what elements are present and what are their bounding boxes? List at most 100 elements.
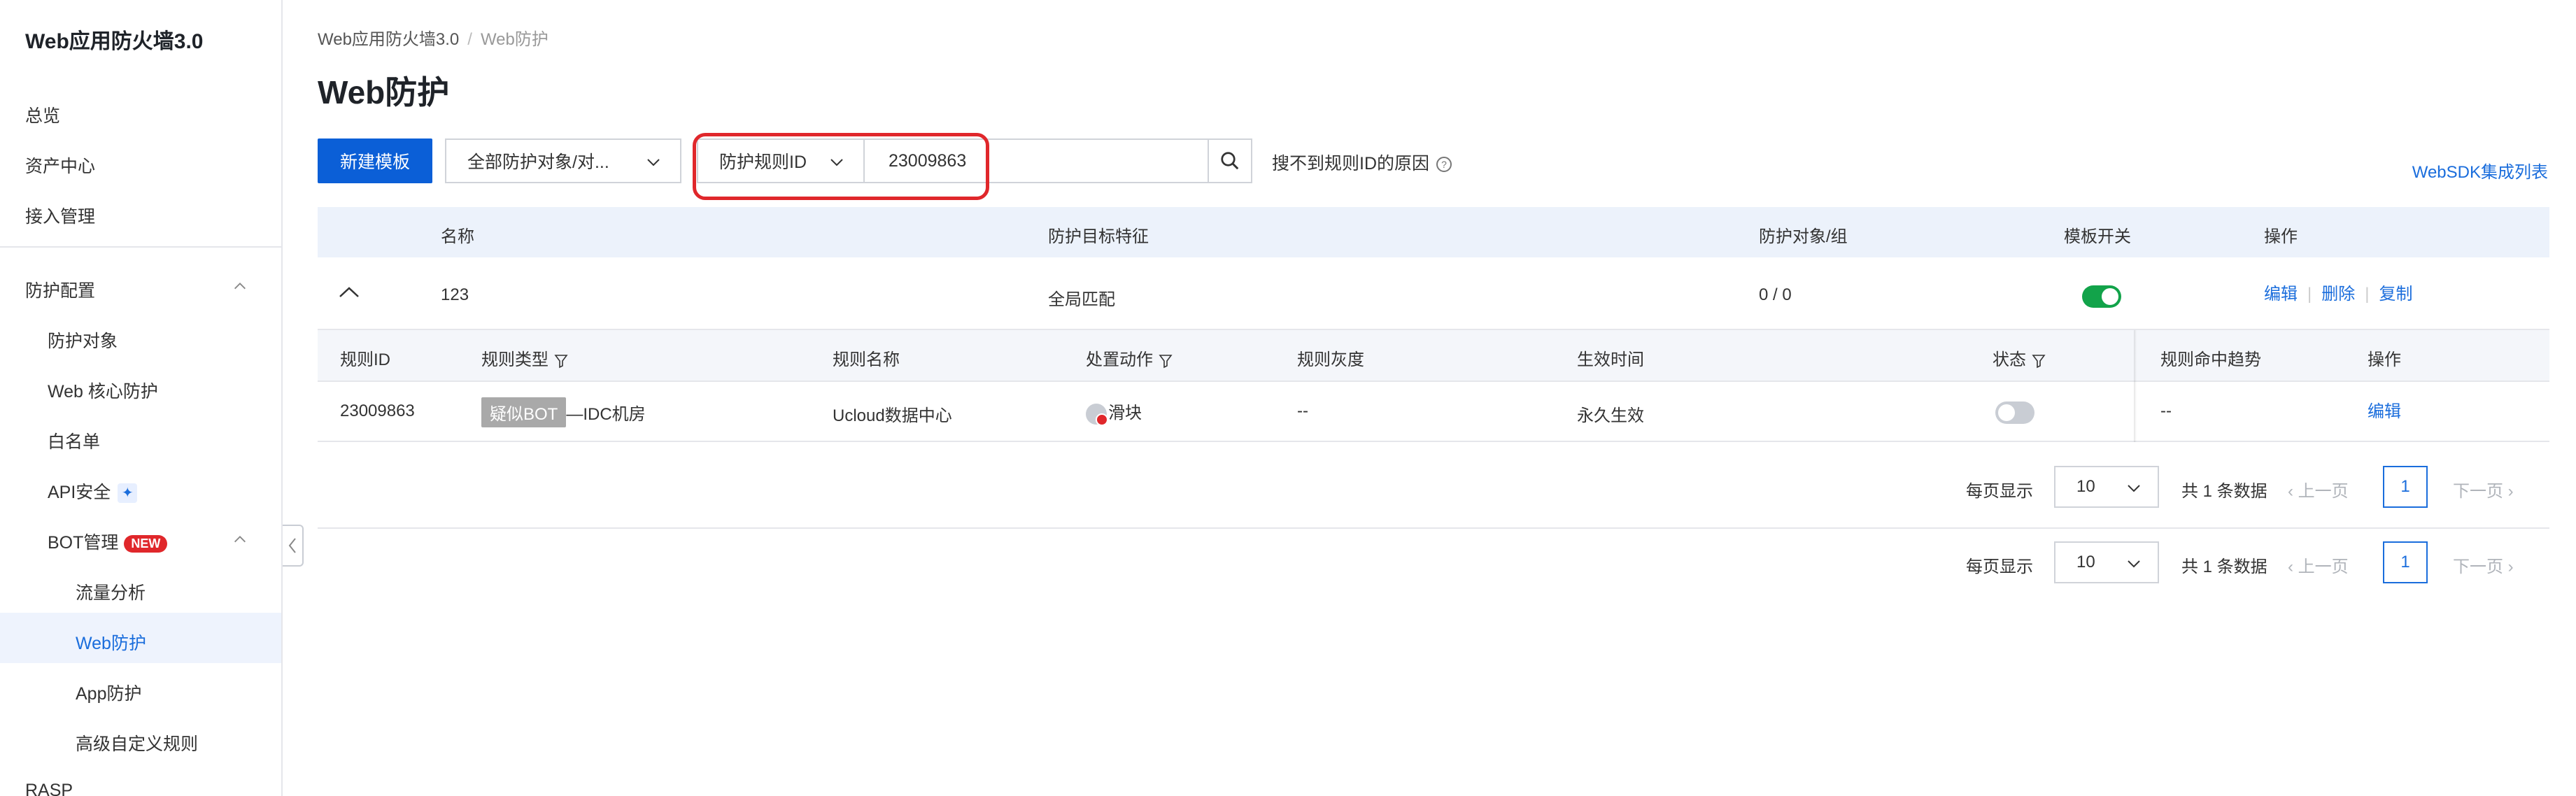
help-icon[interactable]: ?	[1436, 157, 1452, 173]
breadcrumb: Web应用防火墙3.0 / Web防护	[318, 25, 549, 50]
next-page-button[interactable]: 下一页 ›	[2453, 553, 2514, 577]
rule-type-tag: 疑似BOT	[481, 397, 567, 427]
chevron-left-icon: ‹	[2288, 482, 2298, 501]
filter-icon[interactable]	[554, 353, 568, 369]
header-rule-type[interactable]: 规则类型	[481, 346, 568, 370]
header-gray: 规则灰度	[1297, 350, 1364, 369]
nav-item-web-core-protection[interactable]: Web 核心防护	[48, 378, 158, 403]
breadcrumb-current: Web防护	[480, 30, 549, 49]
rule-edit-link[interactable]: 编辑	[2368, 397, 2401, 422]
next-page-label: 下一页	[2453, 482, 2503, 501]
nav-item-whitelist[interactable]: 白名单	[48, 428, 100, 453]
header-status[interactable]: 状态	[1993, 346, 2046, 370]
header-rule-operations: 操作	[2368, 350, 2401, 369]
filter-icon[interactable]	[2032, 353, 2046, 369]
header-status-label: 状态	[1993, 350, 2026, 369]
nav-item-app-protection[interactable]: App防护	[76, 680, 141, 705]
op-separator: |	[2307, 285, 2312, 304]
rule-name: Ucloud数据中心	[833, 406, 952, 425]
header-hit-trend: 规则命中趋势	[2160, 350, 2261, 369]
chevron-right-icon: ›	[2503, 482, 2514, 501]
nav-item-bot-management-label: BOT管理	[48, 533, 119, 553]
rule-effective-time: 永久生效	[1577, 406, 1644, 425]
nav-item-overview[interactable]: 总览	[25, 102, 60, 127]
nav-item-asset-center[interactable]: 资产中心	[25, 152, 95, 178]
nav-item-traffic-analysis[interactable]: 流量分析	[76, 579, 146, 604]
new-badge: NEW	[124, 534, 168, 553]
next-page-button[interactable]: 下一页 ›	[2453, 477, 2514, 502]
header-name: 名称	[441, 227, 474, 246]
search-button[interactable]	[1208, 138, 1252, 183]
rule-type-rest: —IDC机房	[566, 405, 646, 424]
websdk-list-link[interactable]: WebSDK集成列表	[2412, 158, 2548, 183]
rule-gray: --	[1297, 401, 1308, 420]
page-number-current[interactable]: 1	[2383, 466, 2428, 508]
per-page-select[interactable]: 10	[2054, 541, 2159, 583]
rule-id-hint[interactable]: 搜不到规则ID的原因?	[1272, 150, 1452, 175]
nav-divider	[0, 246, 281, 248]
chevron-down-icon	[647, 159, 660, 166]
row-name: 123	[441, 285, 469, 304]
chevron-left-icon: ‹	[2288, 557, 2298, 576]
sidebar: Web应用防火墙3.0 总览 资产中心 接入管理 防护配置 防护对象 Web 核…	[0, 0, 283, 796]
template-switch-toggle[interactable]	[2082, 285, 2121, 308]
header-feature: 防护目标特征	[1048, 227, 1149, 246]
collapse-row-icon[interactable]	[337, 284, 361, 301]
edit-link[interactable]: 编辑	[2264, 285, 2298, 304]
per-page-select[interactable]: 10	[2054, 466, 2159, 508]
header-rule-id: 规则ID	[340, 350, 390, 369]
prev-page-label: 上一页	[2298, 482, 2349, 501]
nav-item-api-security[interactable]: API安全 ✦	[48, 478, 138, 504]
header-objects: 防护对象/组	[1759, 227, 1848, 246]
header-effective-time: 生效时间	[1577, 350, 1644, 369]
nav-item-web-protection[interactable]: Web防护	[76, 630, 146, 655]
per-page-value: 10	[2076, 477, 2095, 496]
table-header: 名称 防护目标特征 防护对象/组 模板开关 操作	[318, 207, 2549, 257]
header-operations: 操作	[2264, 227, 2298, 246]
rule-hit-trend: --	[2160, 401, 2172, 420]
chevron-down-icon	[2128, 485, 2140, 492]
nav-section-protection-config[interactable]: 防护配置	[25, 277, 95, 302]
header-template-switch: 模板开关	[2064, 227, 2131, 246]
rule-id-hint-text: 搜不到规则ID的原因	[1272, 154, 1430, 173]
fixed-column-shadow	[2134, 330, 2137, 442]
search-input[interactable]: 23009863	[863, 138, 1209, 183]
inner-pagination: 每页显示 10 共 1 条数据 ‹ 上一页 1 下一页 ›	[1966, 466, 2561, 508]
search-icon	[1221, 152, 1239, 170]
row-operations: 编辑 | 删除 | 复制	[2264, 280, 2412, 304]
page-title: Web防护	[318, 74, 450, 111]
filter-icon[interactable]	[1159, 353, 1173, 369]
rule-status-toggle[interactable]	[1995, 401, 2034, 424]
chevron-right-icon: ›	[2503, 557, 2514, 576]
nav-item-advanced-custom-rules[interactable]: 高级自定义规则	[76, 730, 198, 755]
chevron-up-icon[interactable]	[232, 278, 248, 294]
prev-page-button[interactable]: ‹ 上一页	[2288, 477, 2349, 502]
chevron-up-icon[interactable]	[232, 532, 248, 547]
outer-pagination: 每页显示 10 共 1 条数据 ‹ 上一页 1 下一页 ›	[1966, 541, 2561, 583]
prev-page-button[interactable]: ‹ 上一页	[2288, 553, 2349, 577]
copy-link[interactable]: 复制	[2379, 285, 2412, 304]
section-divider	[318, 527, 2549, 529]
nav-item-access-management[interactable]: 接入管理	[25, 203, 95, 228]
page-number-current[interactable]: 1	[2383, 541, 2428, 583]
nav-item-protected-objects[interactable]: 防护对象	[48, 327, 118, 353]
search-input-value: 23009863	[889, 150, 967, 171]
rule-action-label: 滑块	[1108, 404, 1142, 422]
delete-link[interactable]: 删除	[2321, 285, 2355, 304]
breadcrumb-separator: /	[467, 30, 472, 49]
rule-action: 滑块	[1086, 399, 1142, 426]
per-page-value: 10	[2076, 553, 2095, 571]
breadcrumb-root[interactable]: Web应用防火墙3.0	[318, 30, 459, 49]
chevron-down-icon	[830, 159, 843, 166]
nav-item-rasp[interactable]: RASP	[25, 781, 73, 796]
sidebar-collapse-button[interactable]	[283, 525, 304, 567]
header-action[interactable]: 处置动作	[1086, 346, 1173, 370]
header-rule-type-label: 规则类型	[481, 350, 549, 369]
next-page-label: 下一页	[2453, 557, 2503, 576]
new-template-button[interactable]: 新建模板	[318, 138, 432, 183]
rule-id: 23009863	[340, 401, 415, 420]
slider-captcha-icon	[1086, 403, 1108, 426]
nav-item-bot-management[interactable]: BOT管理 NEW	[48, 529, 168, 554]
object-filter-select[interactable]: 全部防护对象/对...	[445, 138, 681, 183]
search-type-select[interactable]: 防护规则ID	[697, 138, 865, 183]
